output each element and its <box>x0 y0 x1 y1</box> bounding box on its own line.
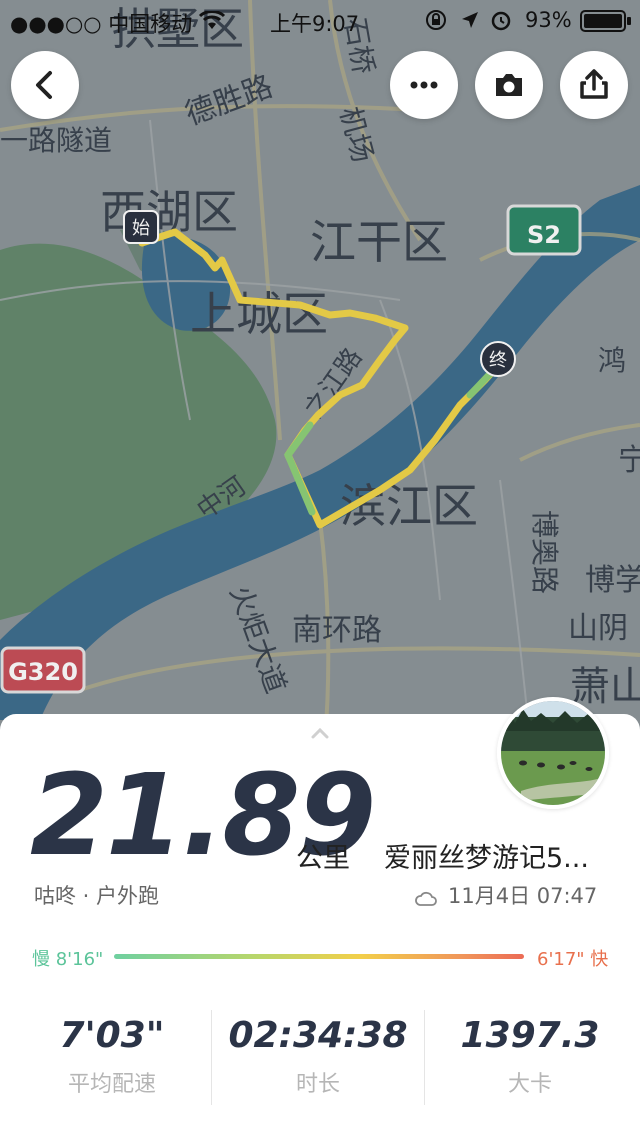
run-datetime-text: 11月4日 07:47 <box>448 884 598 908</box>
route-map[interactable]: 拱墅区 德胜路 一路隧道 西湖区 江干区 上城区 滨江区 南环路 火炬大道 博奥… <box>0 0 640 740</box>
run-datetime: 11月4日 07:47 <box>414 880 597 910</box>
run-source: 咕咚 · 户外跑 <box>34 884 160 908</box>
more-button[interactable] <box>390 51 458 119</box>
chevron-left-icon <box>36 71 52 99</box>
run-title[interactable]: 爱丽丝梦游记5... <box>384 836 614 875</box>
stat-label: 平均配速 <box>67 1072 156 1097</box>
carrier-label: ●●●○○ 中国移动 <box>10 12 193 36</box>
stat-label: 时长 <box>295 1072 340 1097</box>
stat-calories: 1397.3 大卡 <box>430 1015 630 1098</box>
battery-percent: 93% <box>525 8 572 32</box>
pace-fast-label: 6'17" 快 <box>537 949 609 970</box>
battery-icon <box>580 10 631 32</box>
stat-value: 7'03" <box>59 1015 165 1056</box>
alarm-icon <box>491 11 511 31</box>
stat-value: 1397.3 <box>460 1015 600 1056</box>
pace-gradient-bar <box>114 954 524 959</box>
wifi-icon <box>198 11 226 29</box>
location-arrow-icon <box>462 12 478 28</box>
distance-unit: 公里 <box>296 843 350 874</box>
status-bar: ●●●○○ 中国移动 上午9:07 93% <box>0 0 640 40</box>
chevron-up-icon[interactable] <box>310 727 330 739</box>
avatar[interactable] <box>497 697 609 809</box>
pace-slow-label: 慢 8'16" <box>32 949 104 970</box>
stat-divider <box>211 1010 212 1105</box>
share-button[interactable] <box>560 51 628 119</box>
map-canvas: 拱墅区 德胜路 一路隧道 西湖区 江干区 上城区 滨江区 南环路 火炬大道 博奥… <box>0 0 640 740</box>
stat-divider <box>424 1010 425 1105</box>
share-icon <box>580 69 608 99</box>
stat-avg-pace: 7'03" 平均配速 <box>12 1015 212 1098</box>
back-button[interactable] <box>11 51 79 119</box>
avatar-image <box>501 701 605 805</box>
stat-label: 大卡 <box>507 1072 552 1097</box>
cloud-icon <box>415 891 437 906</box>
clock: 上午9:07 <box>270 12 360 36</box>
stat-duration: 02:34:38 时长 <box>218 1015 418 1098</box>
camera-button[interactable] <box>475 51 543 119</box>
rotation-lock-icon <box>426 10 446 30</box>
more-dots-icon <box>410 81 438 89</box>
camera-icon <box>496 74 522 96</box>
stat-value: 02:34:38 <box>228 1015 408 1056</box>
